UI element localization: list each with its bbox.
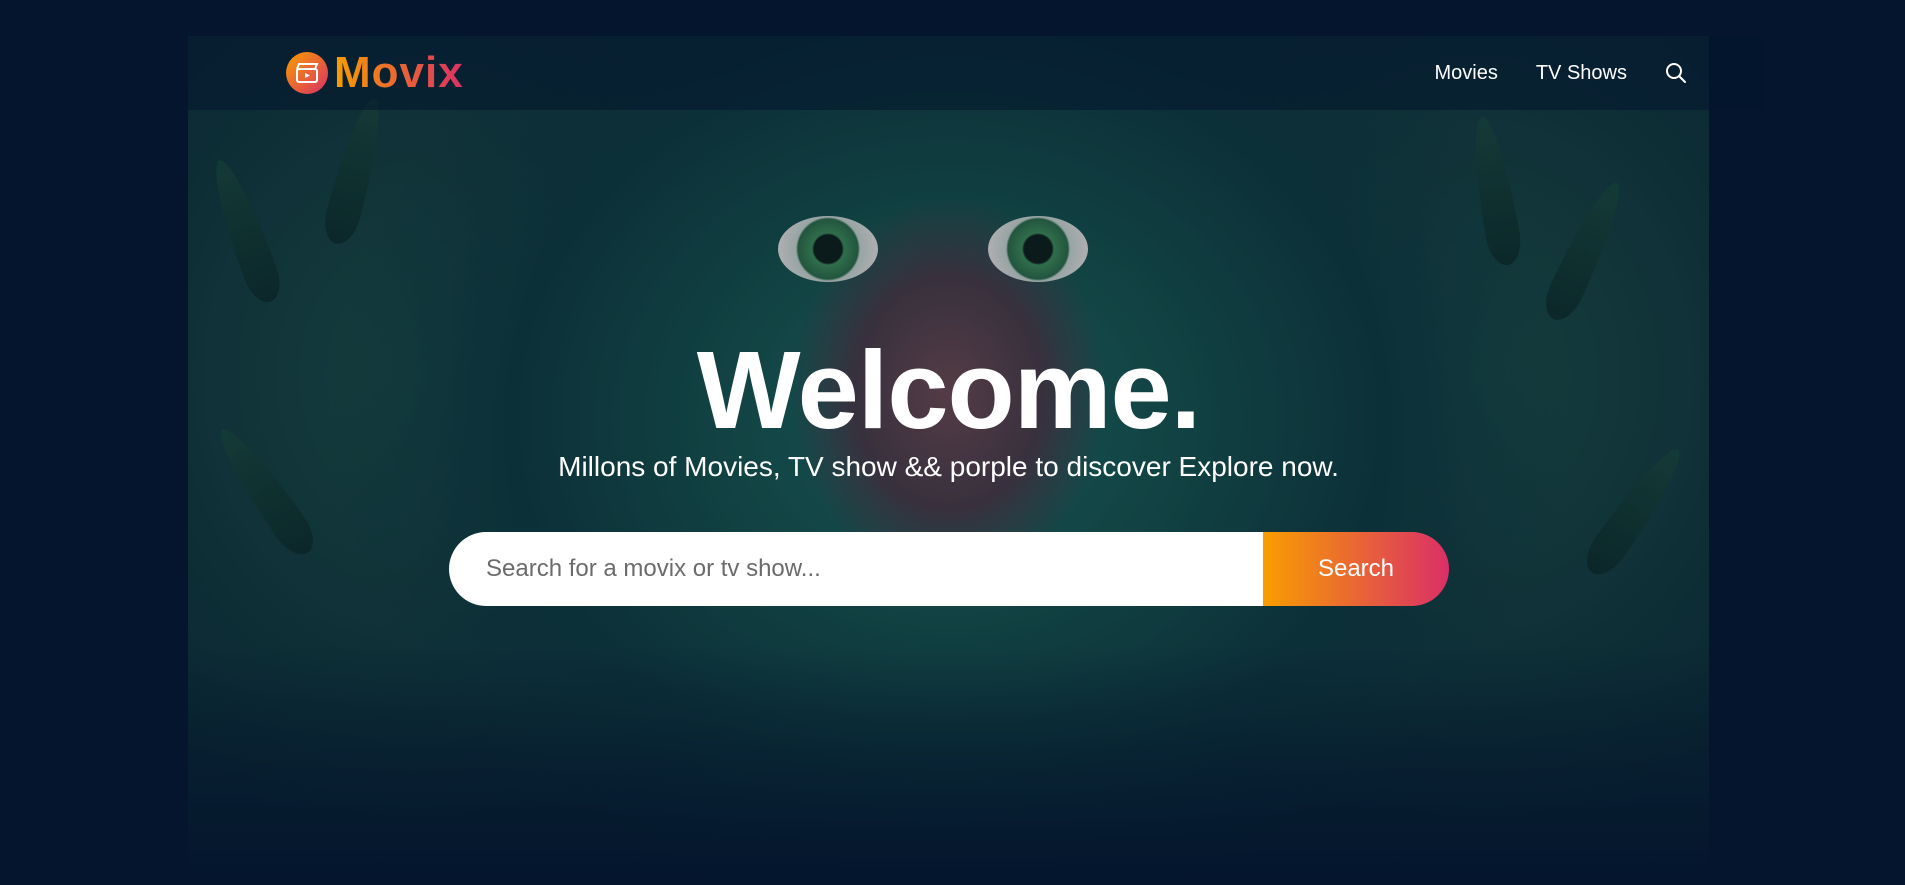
- hero-search-bar: Search: [449, 532, 1449, 606]
- hero-title: Welcome.: [696, 329, 1202, 452]
- hero-search-button[interactable]: Search: [1263, 532, 1449, 606]
- hero-search-input[interactable]: [449, 532, 1263, 606]
- hero-subtitle: Millons of Movies, TV show && porple to …: [558, 451, 1339, 482]
- hero-content: Welcome. Millons of Movies, TV show && p…: [188, 36, 1709, 885]
- page: Movix Movies TV Shows Welcome. Millons o…: [0, 0, 1905, 885]
